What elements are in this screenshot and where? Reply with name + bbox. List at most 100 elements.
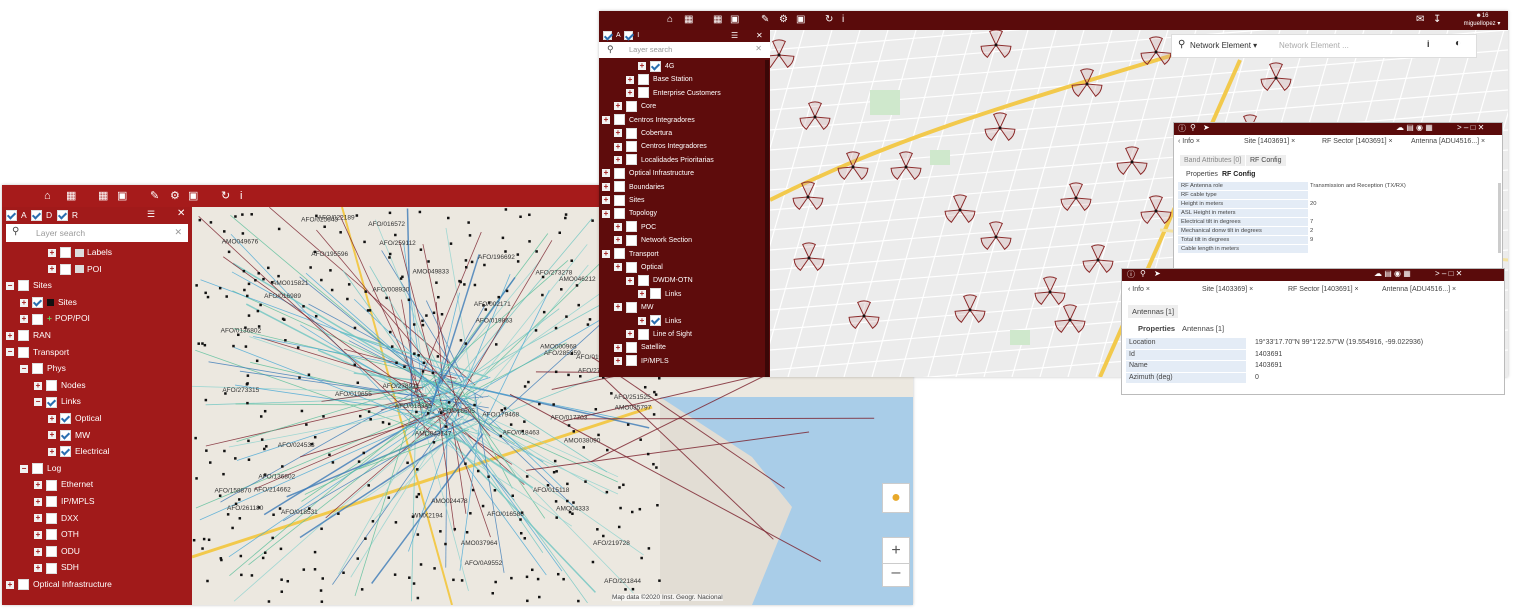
info-icon[interactable]: ⓘ [1178,123,1186,134]
info-icon[interactable]: ⓘ [1127,269,1135,280]
layer-checkbox[interactable] [626,301,637,313]
toggle-icon[interactable]: ◐ [1455,38,1461,49]
clear-icon[interactable]: ✕ [755,44,762,53]
layer-item-ethernet[interactable]: + Ethernet [34,476,93,493]
layer-item-cobertura[interactable]: + Cobertura [614,127,672,140]
layer-item-ip-mpls[interactable]: + IP/MPLS [614,355,669,368]
close-icon[interactable]: ✕ [756,31,763,40]
layer-checkbox[interactable] [614,248,625,260]
layer-item-centros-integradores[interactable]: + Centros Integradores [602,114,695,127]
expand-icon[interactable]: + [638,316,646,325]
layer-search-input[interactable]: Layer search [36,228,85,238]
panel-settings-icon[interactable]: ☰ [147,203,155,225]
collapse-icon[interactable]: − [6,348,14,357]
layer-item-mw[interactable]: + MW [614,301,653,314]
layer-checkbox[interactable] [60,247,71,259]
tool-icons[interactable]: ☁ ▤ ◉ ▦ [1374,269,1411,278]
expand-icon[interactable]: + [614,263,622,272]
ne-type-select[interactable]: Network Element ▾ [1190,41,1257,50]
expand-icon[interactable]: + [614,303,622,312]
clear-icon[interactable]: ✕ [174,227,182,238]
rf-sector-site-icon[interactable] [984,112,1016,141]
layer-checkbox[interactable] [614,114,625,126]
layer-item-sites[interactable]: + Sites [602,194,645,207]
layer-search-field[interactable]: ⚲ Layer search ✕ [6,224,188,242]
tab-site-1403691[interactable]: Site [1403691] × [1244,138,1295,145]
layer-item-links[interactable]: + Links [638,315,681,328]
layer-item-transport[interactable]: + Transport [602,248,659,261]
layer-checkbox[interactable] [638,87,649,99]
flag-a-checkbox[interactable] [603,30,612,40]
info-icon[interactable]: i [1427,39,1430,49]
tab-band-attributes[interactable]: Band Attributes [0] [1180,155,1246,166]
layer-checkbox[interactable] [60,263,71,275]
tab-info[interactable]: ‹ Info × [1128,286,1150,293]
expand-icon[interactable]: + [48,414,56,423]
search-icon[interactable]: ⚲ [1190,123,1196,132]
zoom-out-button[interactable]: – [882,563,910,587]
expand-icon[interactable]: + [20,298,28,307]
expand-icon[interactable]: + [614,102,622,111]
expand-icon[interactable]: + [614,343,622,352]
rf-sector-site-icon[interactable] [848,300,880,329]
rf-sector-site-icon[interactable] [954,294,986,323]
expand-icon[interactable]: + [614,155,622,164]
rf-sector-site-icon[interactable] [799,101,831,130]
layer-item-localidades-prioritarias[interactable]: + Localidades Prioritarias [614,154,714,167]
home-icon[interactable]: ⌂ [667,11,673,31]
layer-item-phys[interactable]: − Phys [20,360,66,377]
layer-item-satellite[interactable]: + Satellite [614,341,666,354]
rf-sector-site-icon[interactable] [1082,244,1114,273]
layer-item-transport[interactable]: − Transport [6,344,69,361]
layer-checkbox[interactable] [18,330,29,342]
expand-icon[interactable]: + [34,497,42,506]
locate-icon[interactable]: ➤ [1203,123,1210,132]
layer-item-ran[interactable]: + RAN [6,327,51,344]
rf-sector-site-icon[interactable] [980,221,1012,250]
layer-item-sites[interactable]: + Sites [20,294,77,311]
layer-checkbox[interactable] [626,355,637,367]
layer-item-oth[interactable]: + OTH [34,526,79,543]
expand-icon[interactable]: + [614,142,622,151]
layer-item-network-section[interactable]: + Network Section [614,234,692,247]
layer-checkbox[interactable] [32,313,43,325]
tab-antennas-inner[interactable]: Antennas [1] [1182,324,1224,333]
expand-icon[interactable]: + [34,547,42,556]
collapse-icon[interactable]: − [20,464,28,473]
search-icon[interactable]: ⚲ [1140,269,1146,278]
expand-icon[interactable]: + [48,248,56,257]
rf-sector-site-icon[interactable] [1116,146,1148,175]
layer-checkbox[interactable] [626,221,637,233]
flag-a-checkbox[interactable] [6,210,17,222]
layer-checkbox[interactable] [626,100,637,112]
layer-checkbox[interactable] [32,463,43,475]
expand-icon[interactable]: + [602,182,610,191]
layer-checkbox[interactable] [626,154,637,166]
expand-icon[interactable]: + [6,580,14,589]
layer-checkbox[interactable] [614,194,625,206]
collapse-icon[interactable]: − [20,364,28,373]
layer-checkbox[interactable] [614,167,625,179]
layer-checkbox[interactable] [638,74,649,86]
layer-item-optical-infrastructure[interactable]: + Optical Infrastructure [602,167,694,180]
rf-sector-site-icon[interactable] [1060,182,1092,211]
layer-item-sdh[interactable]: + SDH [34,559,79,576]
layer-checkbox[interactable] [60,446,71,458]
collapse-icon[interactable]: − [34,398,42,407]
expand-icon[interactable]: + [626,75,634,84]
expand-icon[interactable]: + [20,315,28,324]
grid-icon[interactable]: ▦ [713,11,722,31]
layer-checkbox[interactable] [18,280,29,292]
layer-item-base-station[interactable]: + Base Station [626,73,693,86]
expand-icon[interactable]: + [626,330,634,339]
expand-icon[interactable]: + [626,88,634,97]
expand-icon[interactable]: + [6,331,14,340]
layer-checkbox[interactable] [638,275,649,287]
layer-item-ip-mpls[interactable]: + IP/MPLS [34,493,95,510]
layer-checkbox[interactable] [46,562,57,574]
layer-item-boundaries[interactable]: + Boundaries [602,181,664,194]
tab-site-1403369[interactable]: Site [1403369] × [1202,286,1253,293]
layer-checkbox[interactable] [626,261,637,273]
layer-search-input[interactable]: Layer search [629,45,672,54]
layer-item-centros-integradores[interactable]: + Centros Integradores [614,140,707,153]
